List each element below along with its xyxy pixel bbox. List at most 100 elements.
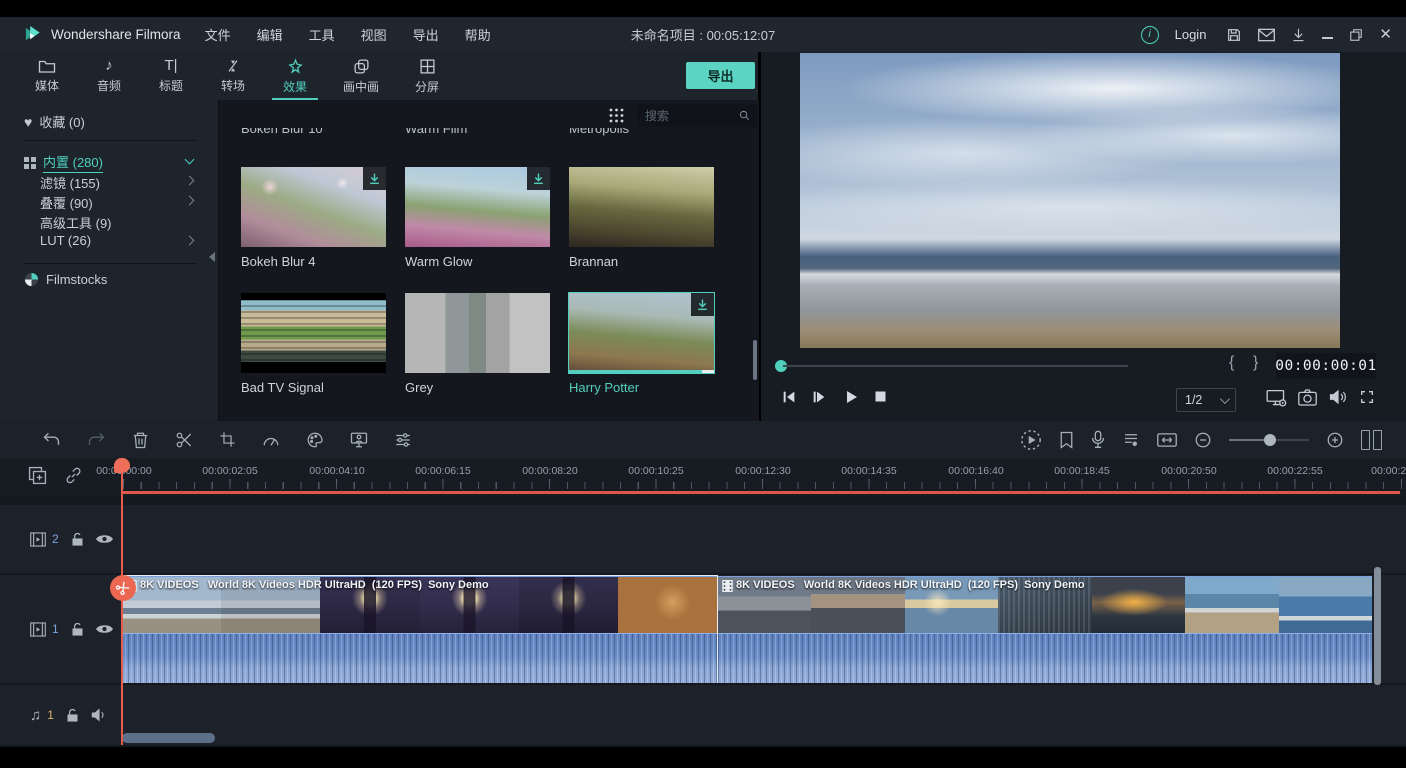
lock-icon[interactable] — [66, 708, 79, 723]
fullscreen-icon[interactable] — [1359, 389, 1375, 405]
effects-icon — [287, 58, 304, 75]
add-track-icon[interactable] — [28, 466, 47, 485]
menu-help[interactable]: 帮助 — [465, 25, 491, 44]
search-input[interactable] — [637, 109, 739, 123]
fit-timeline-icon[interactable] — [1157, 432, 1177, 448]
voiceover-mic-icon[interactable] — [1091, 430, 1105, 449]
redo-icon[interactable] — [87, 431, 106, 448]
eye-icon[interactable] — [96, 623, 113, 635]
lock-icon[interactable] — [71, 622, 84, 637]
mail-icon[interactable] — [1258, 28, 1275, 42]
menu-view[interactable]: 视图 — [361, 25, 387, 44]
undo-icon[interactable] — [42, 431, 61, 448]
color-icon[interactable] — [306, 431, 324, 449]
effects-scrollbar[interactable] — [753, 340, 757, 380]
play-button[interactable] — [843, 389, 859, 405]
adjust-icon[interactable] — [394, 431, 412, 449]
motion-tracking-icon[interactable] — [350, 431, 368, 449]
marker-icon[interactable] — [1059, 431, 1074, 449]
menu-tools[interactable]: 工具 — [309, 25, 335, 44]
menu-edit[interactable]: 编辑 — [257, 25, 283, 44]
timeline-clip-2[interactable]: 8K VIDEOS World 8K Videos HDR UltraHD (1… — [718, 576, 1372, 682]
app-name: Wondershare Filmora — [51, 27, 181, 42]
playhead[interactable] — [121, 458, 123, 745]
mark-in-icon[interactable]: { — [1229, 354, 1234, 372]
info-icon[interactable]: i — [1141, 26, 1159, 44]
chevron-right-icon[interactable] — [185, 196, 195, 206]
asset-tab-bar: 媒体 ♪ 音频 T| 标题 转场 效果 — [0, 52, 758, 101]
chevron-down-icon[interactable] — [185, 155, 195, 165]
chevron-right-icon[interactable] — [185, 236, 195, 246]
effect-card-grey[interactable]: Grey — [405, 293, 550, 395]
close-button[interactable]: ✕ — [1379, 27, 1392, 42]
snapshot-camera-icon[interactable] — [1298, 389, 1317, 406]
save-icon[interactable] — [1226, 27, 1242, 43]
effect-card-bokeh-blur-4[interactable]: Bokeh Blur 4 — [241, 167, 386, 269]
login-button[interactable]: Login — [1175, 27, 1207, 42]
sidebar-item-lut[interactable]: LUT (26) — [40, 233, 91, 248]
timeline-ruler[interactable]: 00:00:00:00 00:00:02:05 00:00:04:10 00:0… — [0, 458, 1406, 497]
timeline-vertical-scrollbar[interactable] — [1374, 567, 1381, 685]
menu-file[interactable]: 文件 — [205, 25, 231, 44]
sidebar-item-filters[interactable]: 滤镜 (155) — [40, 173, 100, 192]
timeline-clip-1[interactable]: 8K VIDEOS World 8K Videos HDR UltraHD (1… — [122, 576, 717, 682]
next-frame-button[interactable] — [811, 389, 827, 405]
timeline-zoom-slider[interactable] — [1229, 439, 1309, 441]
effect-name: Metropolis — [569, 128, 629, 136]
clip-audio-waveform — [122, 633, 717, 683]
zoom-in-icon[interactable] — [1326, 431, 1344, 449]
sidebar-item-filmstocks[interactable]: Filmstocks — [24, 272, 107, 287]
render-preview-icon[interactable] — [1020, 429, 1042, 451]
ruler-label: 00:00:06:15 — [415, 465, 470, 477]
lock-icon[interactable] — [71, 532, 84, 547]
sidebar-item-advanced-tools[interactable]: 高级工具 (9) — [40, 213, 112, 232]
sidebar-item-builtin[interactable]: 内置 (280) — [24, 152, 103, 173]
download-update-icon[interactable] — [1291, 27, 1306, 43]
effect-card-bad-tv-signal[interactable]: Bad TV Signal — [241, 293, 386, 395]
effect-card-warm-glow[interactable]: Warm Glow — [405, 167, 550, 269]
preview-quality-dropdown[interactable]: 1/2 — [1176, 388, 1236, 412]
timeline-horizontal-scrollbar[interactable] — [122, 733, 215, 743]
restore-button[interactable] — [1349, 28, 1363, 42]
effect-card-brannan[interactable]: Brannan — [569, 167, 714, 269]
panel-layout-icon[interactable] — [1361, 430, 1382, 450]
audio-mixer-icon[interactable] — [1122, 431, 1140, 449]
collapse-panel-icon[interactable] — [209, 252, 215, 262]
chevron-right-icon[interactable] — [185, 176, 195, 186]
minimize-button[interactable] — [1322, 37, 1333, 39]
mute-speaker-icon[interactable] — [91, 708, 107, 722]
sidebar-item-overlays[interactable]: 叠覆 (90) — [40, 193, 93, 212]
mark-out-icon[interactable]: } — [1253, 354, 1258, 372]
timeline-panel: 00:00:00:00 00:00:02:05 00:00:04:10 00:0… — [0, 421, 1406, 747]
link-clips-icon[interactable] — [64, 466, 83, 485]
stop-button[interactable] — [873, 389, 888, 404]
display-settings-icon[interactable] — [1266, 389, 1288, 407]
split-scissors-icon[interactable] — [175, 431, 193, 449]
sidebar-item-favorites[interactable]: ♥ 收藏 (0) — [24, 112, 85, 131]
export-button[interactable]: 导出 — [686, 62, 755, 89]
search-icon[interactable] — [739, 109, 750, 122]
split-at-playhead-button[interactable] — [110, 575, 136, 601]
tab-titles[interactable]: T| 标题 — [140, 52, 202, 100]
seek-bar[interactable] — [783, 365, 1128, 367]
tab-transitions[interactable]: 转场 — [202, 52, 264, 100]
previous-frame-button[interactable] — [781, 389, 797, 405]
playhead-handle[interactable] — [114, 458, 130, 473]
tab-media[interactable]: 媒体 — [16, 52, 78, 100]
preview-panel: { } 00:00:00:01 1/2 — [761, 52, 1406, 421]
tab-pip[interactable]: 画中画 — [326, 52, 396, 100]
eye-icon[interactable] — [96, 533, 113, 545]
delete-icon[interactable] — [132, 431, 149, 449]
zoom-slider-handle[interactable] — [1264, 434, 1276, 446]
volume-icon[interactable] — [1329, 389, 1347, 405]
menu-export[interactable]: 导出 — [413, 25, 439, 44]
video-track-2[interactable]: 2 — [0, 505, 1406, 573]
effect-card-harry-potter[interactable]: Harry Potter — [569, 293, 714, 395]
tab-effects[interactable]: 效果 — [264, 52, 326, 100]
zoom-out-icon[interactable] — [1194, 431, 1212, 449]
crop-icon[interactable] — [219, 431, 236, 448]
tab-split-screen[interactable]: 分屏 — [396, 52, 458, 100]
grid-view-icon[interactable] — [609, 108, 624, 123]
tab-audio[interactable]: ♪ 音频 — [78, 52, 140, 100]
speed-icon[interactable] — [262, 432, 280, 448]
